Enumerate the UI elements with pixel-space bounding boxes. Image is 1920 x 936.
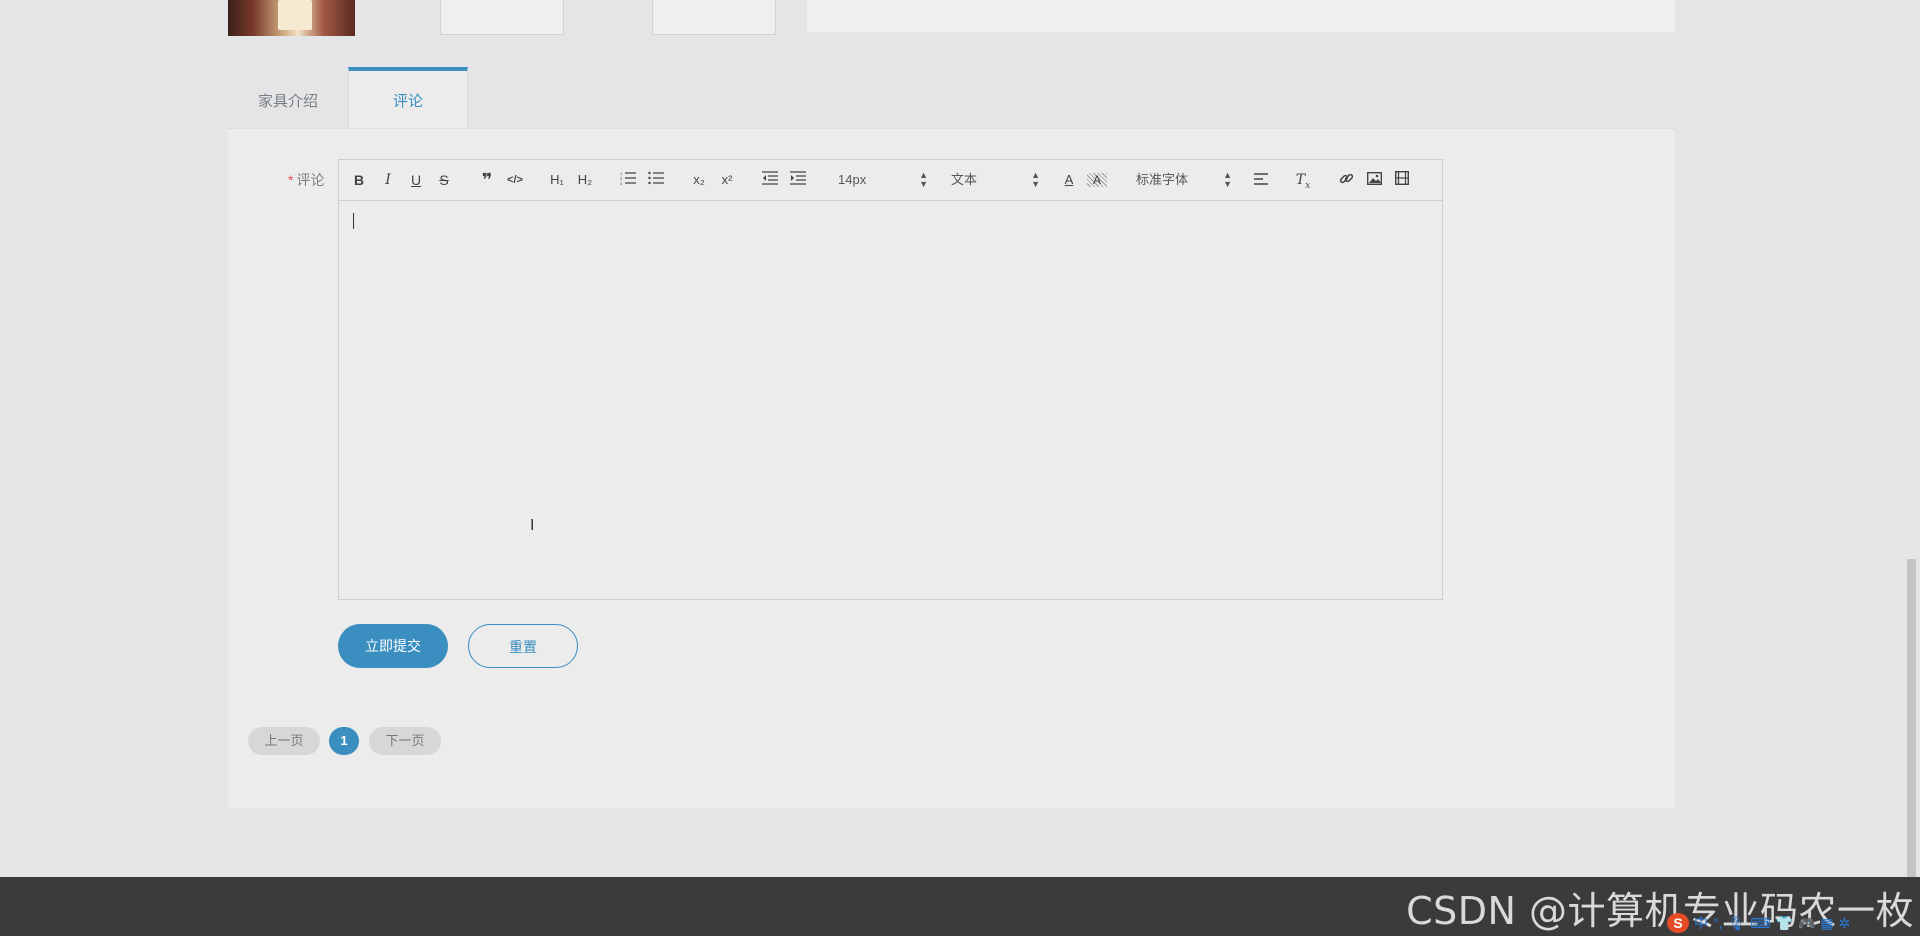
text-caret	[353, 213, 354, 229]
bold-button[interactable]: B	[349, 171, 369, 189]
editor-toolbar: B I U S ❞ </> H₁ H₂ 123 x₂ x² 14px ▲ ▼ 文…	[339, 160, 1442, 201]
ibeam-cursor-icon: I	[530, 517, 535, 534]
punctuation-icon[interactable]: °,	[1713, 915, 1723, 931]
image-icon[interactable]	[1364, 171, 1384, 189]
apps-icon[interactable]: ▦	[1820, 915, 1833, 932]
rich-text-editor[interactable]: B I U S ❞ </> H₁ H₂ 123 x₂ x² 14px ▲ ▼ 文…	[338, 159, 1443, 600]
underline-button[interactable]: U	[406, 171, 426, 189]
next-page-button[interactable]: 下一页	[369, 727, 441, 755]
outdent-icon[interactable]	[760, 171, 780, 189]
detail-card: 家具介绍 评论 * 评论 B I U S ❞ </> H₁ H₂ 123 x₂ x…	[228, 67, 1675, 808]
required-mark: *	[288, 172, 294, 188]
header-select[interactable]: 文本 ▲ ▼	[951, 171, 1040, 189]
italic-button[interactable]: I	[378, 171, 398, 189]
code-block-icon[interactable]: </>	[505, 171, 525, 189]
settings-icon[interactable]: ✲	[1839, 915, 1851, 932]
microphone-icon[interactable]: 🎙	[1728, 915, 1746, 932]
chevron-updown-icon: ▲ ▼	[919, 170, 928, 189]
subscript-button[interactable]: x₂	[689, 171, 709, 189]
submit-button[interactable]: 立即提交	[338, 624, 448, 668]
skin-icon[interactable]: 👕	[1776, 915, 1793, 932]
ime-lang-indicator[interactable]: 中	[1694, 913, 1708, 933]
header2-button[interactable]: H₂	[575, 171, 595, 189]
product-thumbnail[interactable]	[228, 0, 355, 36]
prev-page-button[interactable]: 上一页	[248, 727, 320, 755]
header-select-value: 文本	[951, 172, 978, 187]
align-icon[interactable]	[1251, 171, 1271, 189]
tab-bar: 家具介绍 评论	[228, 67, 1675, 129]
bullet-list-icon[interactable]	[646, 171, 666, 189]
tab-comments[interactable]: 评论	[348, 67, 468, 128]
clear-format-icon[interactable]: Tx	[1293, 171, 1313, 191]
thumbnail-slot-3[interactable]	[652, 0, 776, 35]
chevron-updown-icon: ▲ ▼	[1031, 170, 1040, 189]
background-color-icon[interactable]: A	[1087, 173, 1107, 187]
font-family-select[interactable]: 标准字体 ▲ ▼	[1136, 171, 1232, 189]
comment-label-text: 评论	[296, 172, 325, 188]
header1-button[interactable]: H₁	[547, 171, 567, 189]
gamepad-icon[interactable]: 🎮	[1798, 915, 1815, 932]
link-icon[interactable]	[1336, 171, 1356, 189]
chevron-updown-icon: ▲ ▼	[1223, 170, 1232, 189]
strike-button[interactable]: S	[434, 171, 454, 189]
font-size-select[interactable]: 14px ▲ ▼	[838, 171, 928, 189]
ordered-list-icon[interactable]: 123	[618, 171, 638, 189]
tab-furniture-intro[interactable]: 家具介绍	[228, 67, 348, 128]
font-color-icon[interactable]: A	[1059, 171, 1079, 189]
lamp-image	[278, 0, 312, 30]
comment-label: * 评论	[288, 170, 324, 190]
video-icon[interactable]	[1392, 170, 1412, 189]
reset-button[interactable]: 重置	[468, 624, 578, 668]
page-number-current[interactable]: 1	[329, 727, 359, 755]
keyboard-icon[interactable]: ⌨	[1750, 915, 1770, 932]
sogou-logo-icon[interactable]: S	[1667, 913, 1689, 933]
ime-toolbar[interactable]: S 中 °, 🎙 ⌨ 👕 🎮 ▦ ✲	[1667, 913, 1855, 935]
indent-icon[interactable]	[788, 171, 808, 189]
scrollbar-thumb[interactable]	[1907, 559, 1916, 877]
font-family-value: 标准字体	[1136, 172, 1189, 187]
svg-text:3: 3	[620, 181, 623, 185]
thumbnail-slot-2[interactable]	[440, 0, 564, 35]
product-info-panel	[807, 0, 1675, 32]
superscript-button[interactable]: x²	[717, 171, 737, 189]
font-size-value: 14px	[838, 172, 867, 187]
blockquote-icon[interactable]: ❞	[477, 171, 497, 189]
